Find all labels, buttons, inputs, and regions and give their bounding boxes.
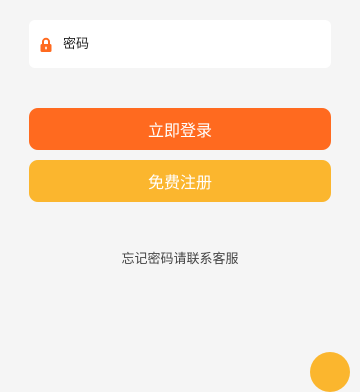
floating-action-button[interactable] [310,352,350,392]
forgot-password-text: 忘记密码请联系客服 [121,252,239,267]
lock-icon [39,37,53,53]
login-button[interactable]: 立即登录 [29,108,331,150]
register-button[interactable]: 免费注册 [29,160,331,202]
password-field-container[interactable] [29,20,331,68]
password-input[interactable] [63,29,303,59]
